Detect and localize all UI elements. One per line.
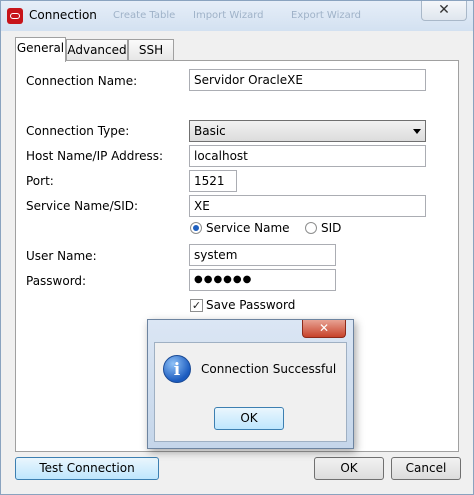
password-input[interactable]: ●●●●●● <box>189 269 336 291</box>
tab-ssh[interactable]: SSH <box>128 39 174 61</box>
service-input[interactable]: XE <box>189 195 426 217</box>
user-label: User Name: <box>26 249 97 263</box>
host-input[interactable]: localhost <box>189 145 426 167</box>
host-label: Host Name/IP Address: <box>26 149 164 163</box>
service-label: Service Name/SID: <box>26 199 139 213</box>
dialog-ok-button[interactable]: OK <box>214 407 284 430</box>
oracle-app-icon <box>7 8 23 24</box>
connection-name-label: Connection Name: <box>26 74 138 88</box>
close-icon: ✕ <box>438 2 450 18</box>
connection-name-input[interactable]: Servidor OracleXE <box>189 69 426 91</box>
dialog-body: i Connection Successful OK <box>154 342 347 442</box>
port-input[interactable]: 1521 <box>189 170 237 192</box>
password-label: Password: <box>26 274 87 288</box>
tab-general[interactable]: General <box>15 37 66 62</box>
test-connection-button[interactable]: Test Connection <box>15 457 159 480</box>
tab-advanced[interactable]: Advanced <box>66 39 128 61</box>
user-input[interactable]: system <box>189 244 336 266</box>
dialog-close-button[interactable]: ✕ <box>302 320 346 338</box>
background-toolbar-item: Export Wizard <box>291 10 362 21</box>
dialog-message: Connection Successful <box>201 362 337 376</box>
save-password-label: Save Password <box>206 298 296 312</box>
sid-radio-label: SID <box>321 221 342 235</box>
info-icon: i <box>163 355 191 383</box>
background-toolbar-item: Import Wizard <box>193 10 264 21</box>
title-bar: Connection Create Table Import Wizard Ex… <box>1 1 473 31</box>
window-title: Connection <box>29 8 97 22</box>
port-label: Port: <box>26 174 54 188</box>
service-name-radio-label: Service Name <box>206 221 290 235</box>
cancel-button[interactable]: Cancel <box>391 457 461 480</box>
window-close-button[interactable]: ✕ <box>421 1 467 21</box>
close-icon: ✕ <box>318 321 330 335</box>
save-password-checkbox[interactable]: ✓ <box>190 299 203 312</box>
chevron-down-icon <box>413 129 421 134</box>
connection-type-value: Basic <box>194 124 226 138</box>
connection-type-label: Connection Type: <box>26 124 130 138</box>
ok-button[interactable]: OK <box>314 457 384 480</box>
connection-window: Connection Create Table Import Wizard Ex… <box>0 0 474 495</box>
service-name-radio[interactable] <box>190 222 202 234</box>
sid-radio[interactable] <box>305 222 317 234</box>
connection-type-select[interactable]: Basic <box>189 120 426 142</box>
message-dialog: ✕ i Connection Successful OK <box>147 319 354 449</box>
background-toolbar-item: Create Table <box>113 10 176 21</box>
